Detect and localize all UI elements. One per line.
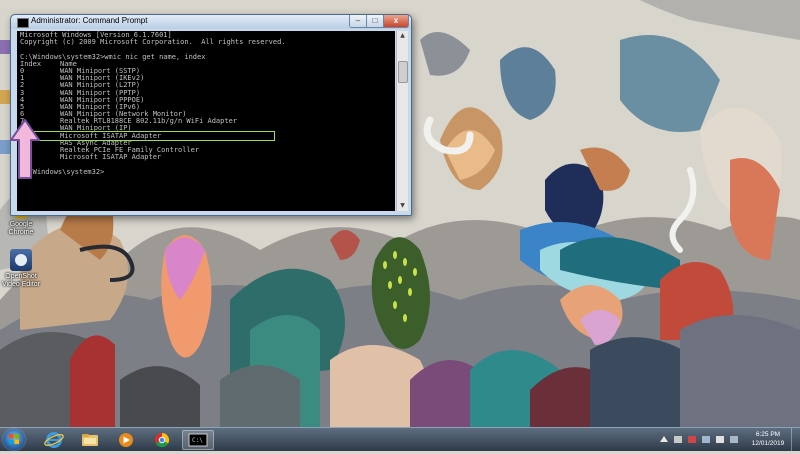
clock-date: 12/01/2019	[751, 440, 785, 447]
column-header-index: Index	[20, 59, 42, 68]
clock-time: 6:25 PM	[755, 431, 781, 438]
show-hidden-icons-icon[interactable]	[660, 436, 668, 442]
window-title: Administrator: Command Prompt	[31, 16, 148, 25]
volume-icon[interactable]	[716, 436, 724, 443]
maximize-button[interactable]: □	[366, 15, 384, 28]
desktop-icon-label: Google Chrome	[8, 221, 34, 236]
chrome-icon	[155, 432, 170, 448]
notification-icon[interactable]	[688, 436, 696, 443]
row-index: 5	[20, 102, 25, 111]
taskbar-chrome[interactable]	[146, 430, 178, 450]
folder-icon	[82, 434, 98, 446]
console-prompt: C:\Windows\system32>	[20, 167, 105, 176]
command-prompt-window[interactable]: Administrator: Command Prompt – □ x Micr…	[10, 14, 412, 216]
show-desktop-button[interactable]	[791, 428, 800, 451]
row-index: 4	[20, 95, 25, 104]
svg-text:C:\: C:\	[192, 437, 203, 444]
highlight-box	[28, 131, 275, 141]
media-player-icon	[119, 433, 133, 447]
taskbar-command-prompt[interactable]: C:\	[182, 430, 214, 450]
taskbar: C:\ 6:25 PM 12/01/2019	[0, 427, 800, 451]
taskbar-file-explorer[interactable]	[74, 430, 106, 450]
row-index: 0	[20, 66, 25, 75]
console-output[interactable]: Microsoft Windows [Version 6.1.7601] Cop…	[17, 31, 395, 211]
up-arrow-icon	[10, 119, 40, 179]
command-prompt-icon: C:\	[188, 433, 208, 447]
network-icon[interactable]	[702, 436, 710, 443]
row-index: 2	[20, 81, 25, 90]
desktop-icon-label: OpenShot Video Editor	[1, 273, 40, 288]
desktop-icon-openshot[interactable]: OpenShot Video Editor	[1, 249, 41, 289]
minimize-button[interactable]: –	[349, 15, 367, 28]
scrollbar-thumb[interactable]	[398, 61, 408, 83]
action-center-flag-icon[interactable]	[674, 436, 682, 443]
scroll-down-icon[interactable]: ▼	[397, 201, 408, 211]
windows-logo-icon	[9, 434, 19, 444]
command-prompt-icon	[17, 18, 29, 28]
openshot-icon	[10, 249, 32, 271]
row-index: 3	[20, 88, 25, 97]
console-row: Microsoft ISATAP Adapter	[20, 154, 392, 161]
taskbar-internet-explorer[interactable]	[38, 430, 70, 450]
internet-explorer-icon	[44, 432, 64, 448]
taskbar-media-player[interactable]	[110, 430, 142, 450]
row-index: 1	[20, 74, 25, 83]
close-button[interactable]: x	[383, 15, 409, 28]
scroll-up-icon[interactable]: ▲	[397, 31, 408, 41]
vertical-scrollbar[interactable]: ▲ ▼	[396, 31, 408, 211]
battery-icon[interactable]	[730, 436, 738, 443]
window-titlebar[interactable]: Administrator: Command Prompt – □ x	[11, 15, 411, 29]
console-line: Copyright (c) 2009 Microsoft Corporation…	[20, 38, 286, 47]
row-name: Microsoft ISATAP Adapter	[60, 153, 162, 162]
clock[interactable]: 6:25 PM 12/01/2019	[748, 430, 788, 448]
start-button[interactable]	[3, 429, 25, 450]
